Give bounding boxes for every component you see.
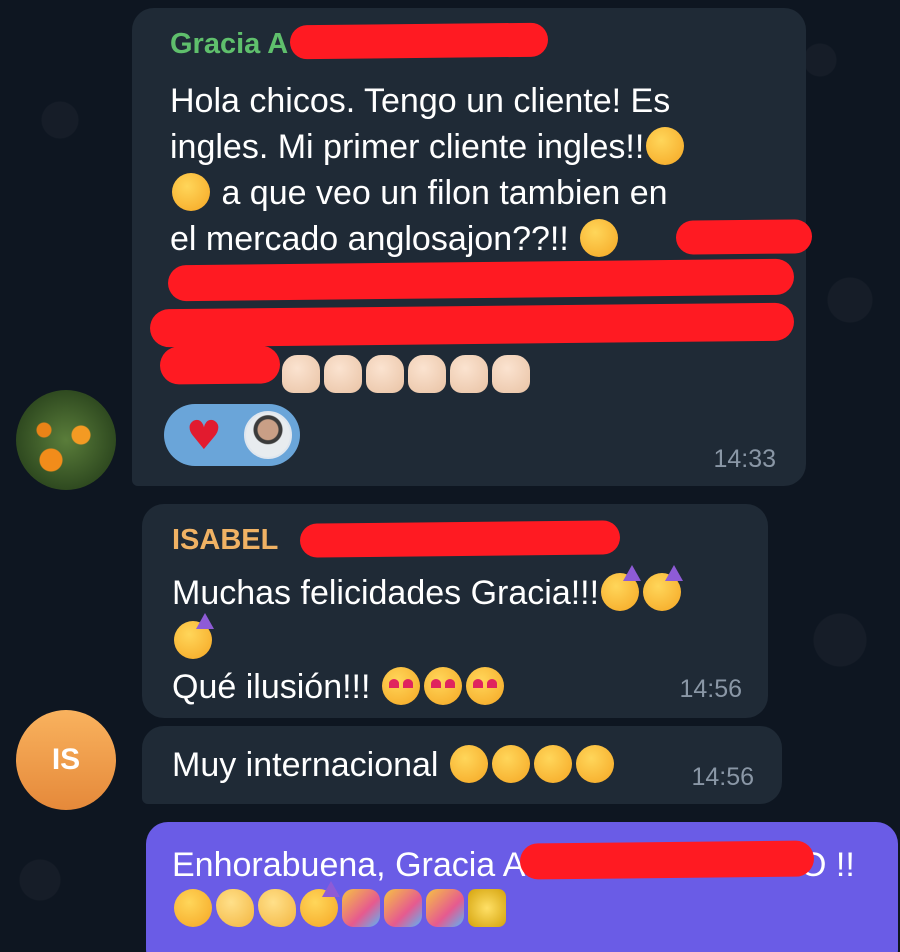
clapping-hands-emoji-icon: [258, 889, 296, 927]
message-line: Muy internacional: [172, 742, 616, 788]
heart-reaction-icon: ♥: [186, 413, 222, 459]
star-emoji-icon: [468, 889, 506, 927]
redaction-mark: [149, 302, 795, 348]
raised-hands-emoji-icon: [324, 355, 362, 393]
message-bubble-isabel-2[interactable]: Muy internacional 14:56: [142, 726, 782, 804]
sender-name[interactable]: ISABEL: [172, 524, 278, 557]
message-line: Hola chicos. Tengo un cliente! Es: [170, 82, 671, 120]
emoji-row: [280, 352, 532, 398]
redaction-mark: [675, 219, 813, 255]
message-time: 14:56: [679, 675, 742, 703]
heart-eyes-emoji-icon: [465, 667, 504, 705]
partying-face-emoji-icon: [643, 565, 684, 611]
avatar-initials-text: IS: [51, 743, 81, 776]
raised-hands-emoji-icon: [282, 355, 320, 393]
partying-face-emoji-icon: [601, 565, 642, 611]
sweat-smile-emoji-icon: [646, 127, 685, 165]
redaction-mark: [519, 840, 815, 880]
redaction-mark: [299, 520, 621, 558]
confetti-emoji-icon: [384, 889, 422, 927]
clapping-hands-emoji-icon: [492, 355, 530, 393]
emoji-row: [172, 613, 214, 664]
sender-name[interactable]: Gracia A: [170, 28, 288, 61]
ribbon-emoji-icon: [426, 889, 464, 927]
heart-eyes-emoji-icon: [381, 667, 420, 705]
redaction-mark: [289, 22, 549, 60]
partying-face-emoji-icon: [174, 613, 214, 659]
joy-emoji-icon: [491, 745, 530, 783]
partying-face-emoji-icon: [300, 881, 340, 927]
message-line: Enhorabuena, Gracia A: [172, 846, 526, 884]
clapping-hands-emoji-icon: [216, 889, 254, 927]
message-time: 14:56: [691, 763, 754, 791]
joy-emoji-icon: [575, 745, 614, 783]
message-line: Muchas felicidades Gracia!!!: [172, 565, 684, 616]
message-line: ingles. Mi primer cliente ingles!!: [170, 124, 686, 170]
message-line: a que veo un filon tambien en: [170, 170, 668, 216]
sender-avatar-gracia[interactable]: [16, 390, 116, 490]
heart-eyes-emoji-icon: [423, 667, 462, 705]
emoji-row: [172, 881, 508, 932]
message-time: 14:33: [713, 445, 776, 473]
reaction-chip[interactable]: ♥: [164, 404, 300, 466]
clapping-hands-emoji-icon: [450, 355, 488, 393]
raised-hands-emoji-icon: [366, 355, 404, 393]
sweat-smile-emoji-icon: [172, 173, 210, 211]
smiley-emoji-icon: [174, 889, 212, 927]
grimacing-emoji-icon: [449, 745, 488, 783]
redaction-mark: [159, 345, 281, 385]
message-line: Qué ilusión!!!: [172, 664, 506, 710]
redaction-mark: [167, 258, 795, 302]
message-line: el mercado anglosajon??!!: [170, 216, 620, 262]
rofl-emoji-icon: [580, 219, 619, 257]
clapping-hands-emoji-icon: [408, 355, 446, 393]
reactor-avatar: [244, 411, 292, 459]
joy-emoji-icon: [533, 745, 572, 783]
sender-avatar-isabel[interactable]: IS: [16, 710, 116, 810]
party-popper-emoji-icon: [342, 889, 380, 927]
